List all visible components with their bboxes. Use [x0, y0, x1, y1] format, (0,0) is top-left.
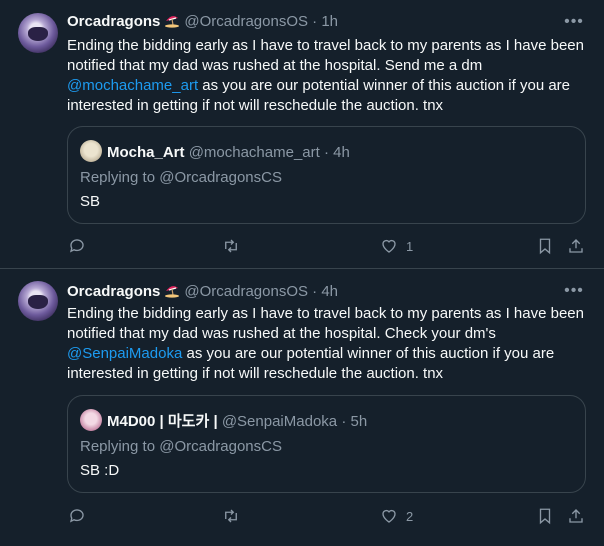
- quote-author-name[interactable]: M4D00 | 마도카 |: [107, 413, 218, 430]
- bookmark-icon: [539, 238, 551, 255]
- quote-avatar[interactable]: [80, 409, 102, 431]
- quoted-tweet[interactable]: Mocha_Art @mochachame_art · 4h Replying …: [67, 126, 586, 224]
- author-handle[interactable]: @OrcadragonsOS: [184, 283, 308, 300]
- mention-link[interactable]: @SenpaiMadoka: [67, 345, 182, 362]
- avatar[interactable]: [18, 13, 58, 53]
- tweet-actions: 2: [0, 505, 604, 527]
- bookmark-button[interactable]: [536, 235, 554, 257]
- like-count: 1: [406, 238, 414, 254]
- tweet-header: Orcadragons @OrcadragonsOS · 1h: [67, 12, 338, 32]
- reply-icon: [69, 509, 84, 523]
- beach-umbrella-icon: [165, 286, 180, 298]
- author-name[interactable]: Orcadragons: [67, 13, 160, 30]
- share-button[interactable]: [567, 505, 585, 527]
- quote-header: Mocha_Art @mochachame_art · 4h: [80, 140, 350, 164]
- quote-avatar[interactable]: [80, 140, 102, 162]
- reply-icon: [69, 239, 84, 253]
- timestamp[interactable]: · 4h: [312, 283, 338, 300]
- like-count: 2: [406, 508, 414, 524]
- timestamp[interactable]: · 1h: [312, 13, 338, 30]
- tweet[interactable]: Orcadragons @OrcadragonsOS · 1h ••• Endin…: [0, 0, 604, 269]
- quote-author-name[interactable]: Mocha_Art: [107, 144, 185, 161]
- share-button[interactable]: [567, 235, 585, 257]
- avatar[interactable]: [18, 281, 58, 321]
- more-options-icon[interactable]: •••: [564, 283, 584, 305]
- tweet-actions: 1: [0, 235, 604, 257]
- quoted-tweet[interactable]: M4D00 | 마도카 | @SenpaiMadoka · 5h Replyin…: [67, 395, 586, 493]
- tweet-text: Ending the bidding early as I have to tr…: [67, 304, 587, 384]
- retweet-icon: [225, 239, 237, 253]
- quote-header: M4D00 | 마도카 | @SenpaiMadoka · 5h: [80, 409, 367, 433]
- like-button[interactable]: 2: [380, 505, 413, 527]
- quote-author-handle[interactable]: @SenpaiMadoka: [222, 413, 337, 430]
- bookmark-icon: [539, 508, 551, 525]
- share-icon: [569, 509, 583, 523]
- like-button[interactable]: 1: [380, 235, 413, 257]
- mention-link[interactable]: @mochachame_art: [67, 77, 198, 94]
- author-name[interactable]: Orcadragons: [67, 283, 160, 300]
- tweet-text-part: Ending the bidding early as I have to tr…: [67, 37, 584, 74]
- quote-text: SB: [80, 193, 101, 210]
- retweet-icon: [225, 509, 237, 523]
- tweet[interactable]: Orcadragons @OrcadragonsOS · 4h ••• Endin…: [0, 269, 604, 546]
- replying-to[interactable]: Replying to @OrcadragonsCS: [80, 168, 282, 188]
- quote-timestamp[interactable]: · 5h: [341, 413, 367, 430]
- author-handle[interactable]: @OrcadragonsOS: [184, 13, 308, 30]
- more-options-icon[interactable]: •••: [564, 14, 584, 36]
- tweet-header: Orcadragons @OrcadragonsOS · 4h: [67, 282, 338, 302]
- bookmark-button[interactable]: [536, 505, 554, 527]
- heart-icon: [382, 239, 396, 253]
- reply-button[interactable]: [68, 235, 86, 257]
- share-icon: [569, 239, 583, 253]
- retweet-button[interactable]: [222, 235, 240, 257]
- replying-to[interactable]: Replying to @OrcadragonsCS: [80, 437, 282, 457]
- reply-button[interactable]: [68, 505, 86, 527]
- quote-author-handle[interactable]: @mochachame_art: [189, 144, 320, 161]
- quote-text: SB :D: [80, 462, 120, 479]
- tweet-text-part: Ending the bidding early as I have to tr…: [67, 305, 584, 342]
- retweet-button[interactable]: [222, 505, 240, 527]
- heart-icon: [382, 509, 396, 523]
- beach-umbrella-icon: [165, 16, 180, 28]
- tweet-text: Ending the bidding early as I have to tr…: [67, 36, 587, 116]
- quote-timestamp[interactable]: · 4h: [324, 144, 350, 161]
